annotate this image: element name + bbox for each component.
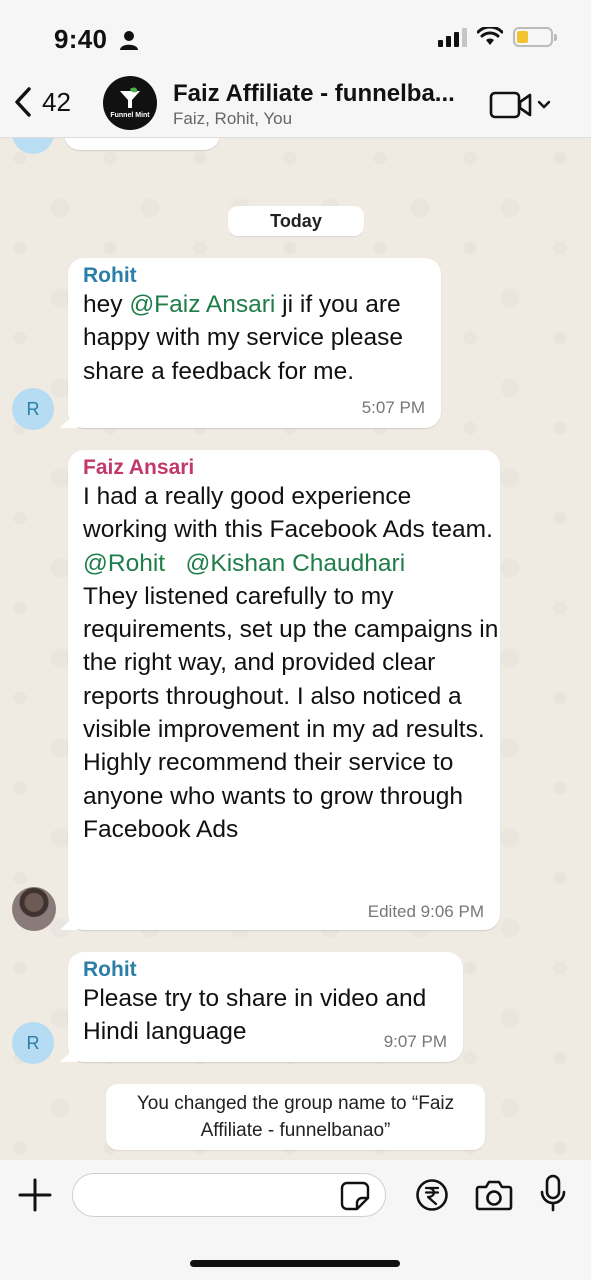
camera-button[interactable] — [475, 1178, 513, 1217]
rupee-payment-icon — [416, 1179, 448, 1211]
microphone-icon — [540, 1174, 566, 1212]
avatar[interactable]: R — [12, 1022, 54, 1064]
chat-area[interactable]: Today Rohit hey @Faiz Ansari ji if you a… — [0, 138, 591, 1160]
camera-icon — [475, 1180, 513, 1211]
person-icon — [120, 31, 138, 50]
plus-icon — [18, 1178, 52, 1212]
message-sender[interactable]: Faiz Ansari — [83, 456, 500, 480]
wifi-icon — [477, 27, 503, 45]
home-indicator[interactable] — [190, 1260, 400, 1267]
message-bubble[interactable]: Faiz Ansari I had a really good experien… — [68, 450, 500, 930]
group-title[interactable]: Faiz Affiliate - funnelba... — [173, 80, 455, 108]
sticker-button[interactable] — [340, 1181, 370, 1216]
status-bar: 9:40 — [0, 0, 591, 76]
microphone-button[interactable] — [540, 1174, 566, 1217]
composer-bar — [0, 1160, 591, 1280]
mention-link[interactable]: @Kishan Chaudhari — [186, 550, 406, 577]
group-avatar-text: Funnel Mint — [110, 112, 150, 119]
message-time: 5:07 PM — [361, 398, 425, 417]
battery-icon — [513, 27, 557, 47]
message-bubble[interactable]: Rohit Please try to share in video and H… — [68, 952, 463, 1062]
message-time: 9:07 PM — [383, 1032, 447, 1051]
message-bubble[interactable]: Rohit hey @Faiz Ansari ji if you are hap… — [68, 258, 441, 428]
unread-count: 42 — [42, 86, 71, 117]
video-camera-icon — [489, 91, 532, 119]
status-indicators — [438, 27, 557, 47]
message-input[interactable] — [72, 1173, 386, 1217]
back-button[interactable]: 42 — [12, 86, 71, 118]
system-message: You changed the group name to “Faiz Affi… — [106, 1084, 485, 1150]
avatar[interactable] — [12, 887, 56, 931]
status-time: 9:40 — [54, 24, 108, 54]
avatar — [12, 138, 54, 154]
message-time: Edited 9:06 PM — [367, 902, 484, 921]
mention-link[interactable]: @Faiz Ansari — [129, 291, 275, 318]
chevron-down-icon — [537, 100, 551, 109]
group-members[interactable]: Faiz, Rohit, You — [173, 109, 292, 129]
cellular-signal-icon — [438, 27, 467, 47]
message-sender[interactable]: Rohit — [83, 958, 463, 982]
previous-message-bubble[interactable] — [64, 138, 220, 150]
avatar[interactable]: R — [12, 388, 54, 430]
message-sender[interactable]: Rohit — [83, 264, 441, 288]
date-separator: Today — [228, 206, 364, 236]
sticker-icon — [340, 1181, 370, 1211]
payment-button[interactable] — [415, 1178, 449, 1217]
chat-header: 42 Funnel Mint Faiz Affiliate - funnelba… — [0, 76, 591, 138]
message-text: hey @Faiz Ansari ji if you are happy wit… — [83, 291, 404, 385]
video-call-button[interactable] — [489, 90, 551, 120]
chevron-left-icon — [15, 87, 31, 117]
group-avatar[interactable]: Funnel Mint — [103, 76, 157, 130]
attach-button[interactable] — [17, 1177, 53, 1218]
message-text: I had a really good experience working w… — [83, 483, 499, 843]
mention-link[interactable]: @Rohit — [83, 550, 165, 577]
funnel-logo-icon — [120, 87, 140, 108]
